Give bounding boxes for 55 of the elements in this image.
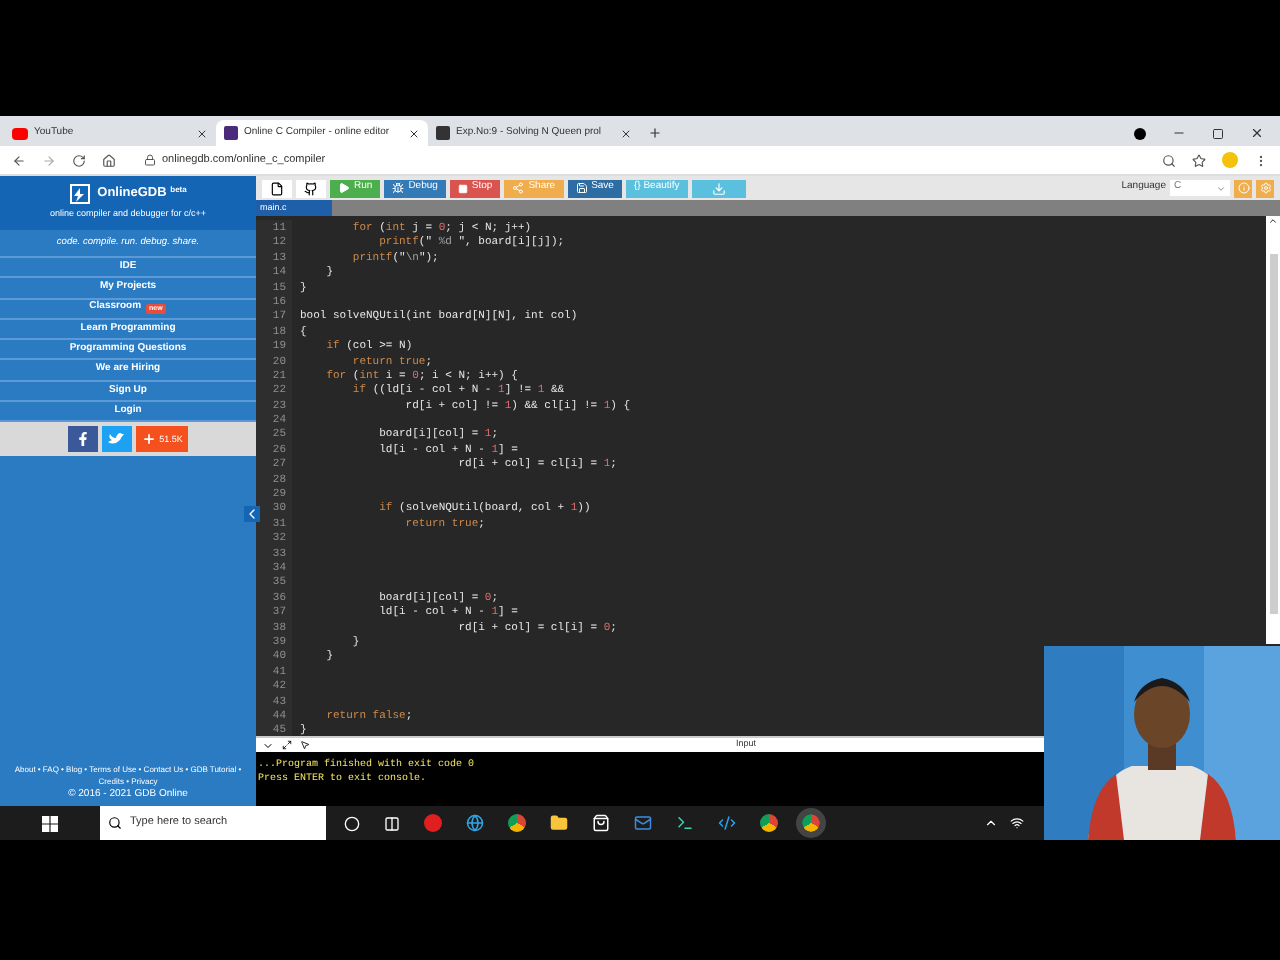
expand-icon[interactable] [282, 740, 292, 750]
stop-icon [457, 183, 468, 193]
upload-button[interactable] [296, 179, 326, 197]
code-editor[interactable] [256, 216, 1280, 736]
cursor-icon[interactable] [300, 740, 310, 750]
browser-icon[interactable] [760, 814, 778, 832]
play-icon [338, 182, 350, 194]
windows-logo-icon[interactable] [42, 815, 58, 831]
close-icon[interactable] [196, 127, 208, 139]
twitter-button[interactable] [101, 426, 132, 453]
star-icon[interactable] [1192, 153, 1206, 167]
mail-icon[interactable] [634, 814, 652, 832]
settings-icon [1259, 182, 1271, 194]
close-icon[interactable] [1250, 126, 1264, 140]
task-view-icon[interactable] [384, 815, 400, 831]
terminal-icon[interactable] [676, 814, 694, 832]
maximize-icon[interactable] [1212, 127, 1224, 139]
collapse-sidebar-icon[interactable] [244, 506, 260, 522]
scrollbar[interactable] [1266, 216, 1280, 644]
browser-icon[interactable] [802, 814, 820, 832]
bird-icon [108, 432, 125, 447]
back-icon[interactable] [12, 153, 26, 167]
info-icon [1237, 182, 1249, 194]
home-icon[interactable] [102, 153, 116, 167]
search-icon[interactable] [1162, 153, 1176, 167]
minimize-icon[interactable] [1172, 126, 1186, 140]
video-logo-icon [12, 127, 28, 139]
scroll-up-icon[interactable] [1268, 216, 1278, 226]
close-icon[interactable] [408, 127, 420, 139]
browser-icon[interactable] [508, 814, 526, 832]
browser-icon[interactable] [466, 814, 484, 832]
file-icon [270, 181, 284, 195]
caret-icon [1216, 183, 1226, 193]
code-editor-icon[interactable] [718, 814, 736, 832]
store-icon[interactable] [592, 814, 610, 832]
close-icon[interactable] [620, 127, 632, 139]
plus-icon [141, 432, 156, 447]
circle-icon[interactable] [344, 815, 360, 831]
save-icon [575, 182, 588, 194]
new-file-button[interactable] [262, 179, 292, 197]
new-tab-icon[interactable] [648, 126, 662, 140]
facebook-icon [75, 432, 90, 447]
network-icon[interactable] [1010, 816, 1024, 830]
search-icon [108, 816, 122, 830]
share-icon [512, 182, 525, 194]
menu-icon[interactable] [1254, 153, 1268, 167]
reload-icon[interactable] [72, 153, 86, 167]
octocat-icon [304, 181, 318, 195]
folder-icon[interactable] [550, 814, 568, 832]
facebook-button[interactable] [67, 426, 98, 453]
download-icon [711, 181, 726, 195]
bug-icon [392, 182, 405, 194]
chevron-icon[interactable] [262, 739, 274, 751]
lock-icon [144, 154, 156, 166]
bolt-logo-icon [69, 184, 90, 205]
